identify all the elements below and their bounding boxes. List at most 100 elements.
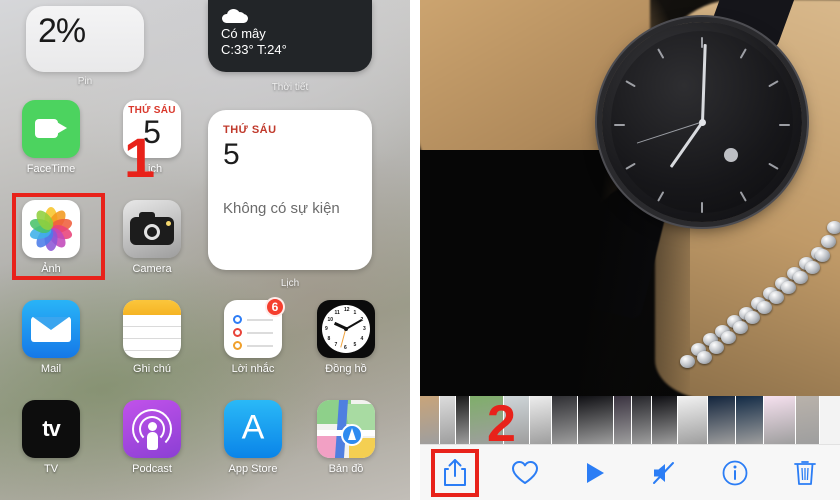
- battery-widget-label: Pin: [77, 76, 93, 87]
- app-label: Bản đồ: [328, 463, 364, 475]
- filmstrip-thumbnail[interactable]: [652, 396, 678, 444]
- photo-filmstrip[interactable]: [420, 396, 840, 444]
- app-row-1: FaceTime THỨ SÁU 5 Lịch: [0, 100, 410, 200]
- filmstrip-thumbnail[interactable]: [796, 396, 820, 444]
- clock-numeral: 6: [344, 345, 347, 351]
- cloud-icon: [222, 9, 248, 23]
- app-label: Mail: [40, 363, 62, 375]
- clock-numeral: 8: [327, 335, 331, 342]
- bracelet-link: [821, 235, 836, 248]
- app-clock[interactable]: 1 2 3 4 5 6 7 8 9 10 11 12 Đồng hồ: [300, 300, 392, 375]
- app-row-3: Mail Ghi chú 6 Lời nhắc 1 2 3 4 5 6 7 8 …: [0, 297, 410, 400]
- heart-icon: [512, 460, 538, 484]
- app-label: Ghi chú: [133, 363, 171, 375]
- filmstrip-thumbnail[interactable]: [578, 396, 614, 444]
- app-tv[interactable]: tv TV: [5, 400, 97, 475]
- app-notes[interactable]: Ghi chú: [106, 300, 198, 375]
- bracelet-link: [805, 261, 820, 274]
- clock-numeral: 2: [360, 316, 364, 323]
- app-appstore[interactable]: A App Store: [207, 400, 299, 475]
- watch-hour-marker: [779, 124, 790, 126]
- annotation-highlight-share: [431, 449, 479, 497]
- filmstrip-thumbnail[interactable]: [552, 396, 578, 444]
- notes-icon: [123, 300, 181, 358]
- app-grid: FaceTime THỨ SÁU 5 Lịch Ảnh Camera Mail …: [0, 100, 410, 500]
- watch-hour-marker: [768, 80, 779, 88]
- annotation-highlight-photos: [12, 193, 105, 280]
- filmstrip-thumbnail[interactable]: [440, 396, 456, 444]
- tv-icon: tv: [22, 400, 80, 458]
- appstore-icon: A: [224, 400, 282, 458]
- bracelet-link: [721, 331, 736, 344]
- weather-temps: C:33° T:24°: [221, 42, 287, 57]
- maps-icon: [317, 400, 375, 458]
- clock-numeral: 10: [327, 316, 334, 323]
- bracelet-link: [745, 311, 760, 324]
- weather-widget-label: Thời tiết: [271, 82, 309, 93]
- battery-percentage: 2%: [38, 12, 86, 50]
- app-row-4: tv TV Podcast A App Store Bản đồ: [0, 400, 410, 500]
- filmstrip-thumbnail[interactable]: [708, 396, 736, 444]
- weather-widget[interactable]: Có mây C:33° T:24°: [208, 0, 372, 72]
- camera-icon: [123, 200, 181, 258]
- mute-icon: [653, 461, 674, 484]
- watch-hour-marker: [657, 191, 665, 202]
- app-label: TV: [43, 463, 59, 475]
- filmstrip-thumbnail[interactable]: [764, 396, 796, 444]
- app-label: Camera: [132, 263, 172, 275]
- photo-toolbar: [420, 444, 840, 500]
- weather-condition: Có mây: [221, 26, 266, 41]
- app-facetime[interactable]: FaceTime: [5, 100, 97, 175]
- filmstrip-thumbnail[interactable]: [530, 396, 552, 444]
- clock-numeral: 5: [353, 342, 357, 349]
- play-button[interactable]: [560, 445, 630, 500]
- app-camera[interactable]: Camera: [106, 200, 198, 275]
- facetime-icon: [22, 100, 80, 158]
- clock-numeral: 7: [334, 342, 338, 349]
- clock-icon: 1 2 3 4 5 6 7 8 9 10 11 12: [317, 300, 375, 358]
- info-button[interactable]: [700, 445, 770, 500]
- filmstrip-thumbnail[interactable]: [456, 396, 470, 444]
- annotation-step-2: 2: [487, 395, 516, 453]
- app-label: Đồng hồ: [325, 363, 367, 375]
- clock-numeral: 1: [353, 309, 357, 316]
- reminders-badge: 6: [265, 297, 285, 317]
- watch-hour-marker: [614, 124, 625, 126]
- filmstrip-thumbnail[interactable]: [678, 396, 708, 444]
- filmstrip-thumbnail[interactable]: [420, 396, 440, 444]
- watch-hour-marker: [739, 48, 747, 59]
- filmstrip-thumbnail[interactable]: [614, 396, 632, 444]
- app-label: App Store: [228, 463, 278, 475]
- clock-numeral: 9: [325, 326, 328, 332]
- watch-hour-marker: [625, 162, 636, 170]
- screenshot-root: 2% Pin Có mây C:33° T:24° Thời tiết THỨ …: [0, 0, 840, 500]
- photo-display[interactable]: [420, 0, 840, 396]
- filmstrip-thumbnail[interactable]: [632, 396, 652, 444]
- clock-numeral: 11: [334, 309, 340, 316]
- bracelet-link: [793, 271, 808, 284]
- bracelet-link: [781, 281, 796, 294]
- app-podcast[interactable]: Podcast: [106, 400, 198, 475]
- app-reminders[interactable]: 6 Lời nhắc: [207, 297, 299, 375]
- weather-text: Có mây C:33° T:24°: [221, 26, 287, 58]
- app-label: FaceTime: [26, 163, 76, 175]
- annotation-step-1: 1: [124, 126, 156, 189]
- delete-button[interactable]: [770, 445, 840, 500]
- watch-photo-subject: [602, 22, 802, 222]
- play-icon: [587, 462, 604, 483]
- filmstrip-thumbnail[interactable]: [736, 396, 764, 444]
- photos-viewer-panel: [420, 0, 840, 500]
- battery-widget[interactable]: 2%: [26, 6, 144, 72]
- ios-home-screen-panel: 2% Pin Có mây C:33° T:24° Thời tiết THỨ …: [0, 0, 410, 500]
- reminders-icon: 6: [224, 297, 285, 358]
- app-mail[interactable]: Mail: [5, 300, 97, 375]
- app-label: Podcast: [132, 463, 172, 475]
- clock-numeral: 3: [363, 326, 366, 332]
- clock-numeral: 12: [344, 307, 350, 313]
- mute-button[interactable]: [630, 445, 700, 500]
- bracelet-link: [769, 291, 784, 304]
- info-icon: [722, 460, 748, 485]
- panel-divider: [410, 0, 420, 500]
- bracelet-link: [815, 249, 830, 262]
- app-maps[interactable]: Bản đồ: [300, 400, 392, 475]
